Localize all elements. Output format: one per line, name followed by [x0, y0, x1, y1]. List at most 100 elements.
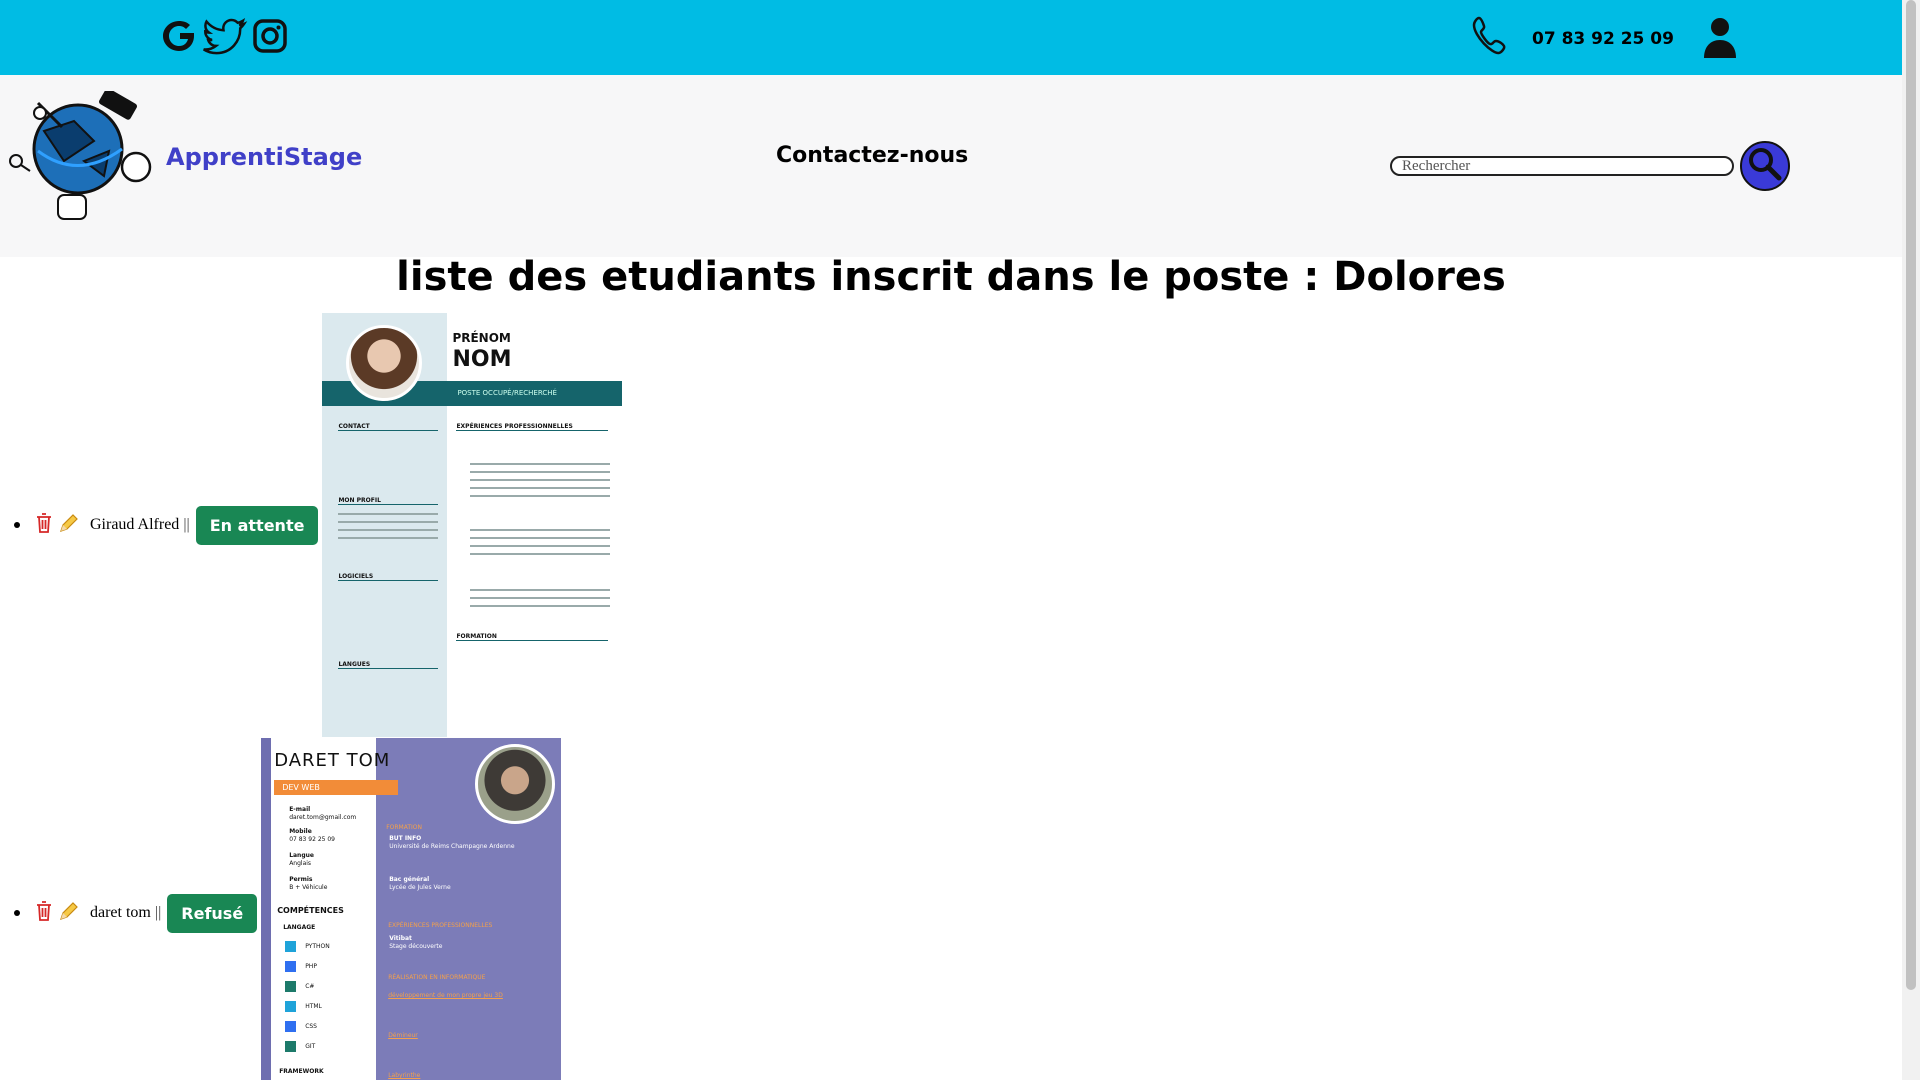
page-scrollbar[interactable] — [1902, 0, 1920, 1080]
cv-section-profile: MON PROFIL — [338, 497, 439, 505]
delete-button[interactable] — [34, 512, 54, 539]
top-bar: 07 83 92 25 09 — [0, 0, 1902, 75]
scrollbar-thumb[interactable] — [1906, 0, 1916, 990]
cv-section-languages: LANGUES — [338, 661, 439, 669]
cv-section-experience: EXPÉRIENCES PROFESSIONNELLES — [456, 423, 609, 431]
cv-lang-label: Langue — [289, 852, 314, 859]
cv-real-3: Labyrinthe — [388, 1072, 421, 1079]
search-input[interactable] — [1390, 156, 1734, 176]
cv-line — [470, 487, 611, 489]
cv-line — [470, 471, 611, 473]
cv-formation-1-detail: Université de Reims Champagne Ardenne — [389, 843, 515, 850]
cv-lang: Anglais — [289, 860, 312, 867]
social-links — [160, 16, 290, 56]
google-icon[interactable] — [160, 16, 200, 56]
skill-square — [285, 941, 297, 952]
cv-exp-1-detail: Stage découverte — [389, 943, 443, 950]
cv-section-formation: FORMATION — [456, 633, 609, 641]
skill-square — [285, 1021, 297, 1032]
skill-square — [285, 981, 297, 992]
phone-icon — [1470, 14, 1512, 63]
cv-line — [470, 605, 611, 607]
cv-line — [338, 529, 439, 531]
cv-formation-1: BUT INFO — [389, 835, 422, 842]
skill-label: GIT — [305, 1043, 316, 1050]
list-item: daret tom || Refusé DARET TOM DEV WEB E-… — [0, 738, 562, 1080]
cv-line — [470, 553, 611, 555]
cv-formation-2-detail: Lycée de Jules Verne — [389, 884, 451, 891]
skill-label: PYTHON — [305, 943, 330, 950]
cv-right-section: RÉALISATION EN INFORMATIQUE — [388, 974, 486, 981]
cv-line — [470, 537, 611, 539]
cv-real-1: développement de mon propre jeu 3D — [388, 992, 503, 999]
trash-icon — [34, 512, 54, 539]
page-title: liste des etudiants inscrit dans le post… — [396, 254, 1506, 300]
delete-button[interactable] — [34, 900, 54, 927]
skill-square — [285, 1001, 297, 1012]
cv-line — [470, 529, 611, 531]
cv-right-section: EXPÉRIENCES PROFESSIONNELLES — [388, 922, 493, 929]
cv-permit-label: Permis — [289, 876, 313, 883]
site-logo[interactable] — [4, 88, 154, 236]
cv-firstname: PRÉNOM — [452, 331, 511, 345]
cv-line — [470, 589, 611, 591]
cv-mobile-label: Mobile — [289, 828, 312, 835]
cv-permit: B + Véhicule — [289, 884, 328, 891]
cv-image[interactable]: PRÉNOM NOM POSTE OCCUPÉ/RECHERCHÉ CONTAC… — [322, 313, 623, 737]
list-bullet — [14, 910, 20, 916]
site-header: ApprentiStage Contactez-nous — [0, 75, 1902, 257]
cv-name: DARET TOM — [274, 750, 391, 771]
cv-lastname: NOM — [452, 347, 512, 372]
edit-button[interactable] — [58, 512, 80, 539]
twitter-icon[interactable] — [202, 16, 248, 56]
instagram-icon[interactable] — [250, 16, 290, 56]
cv-skills-title: COMPÉTENCES — [277, 906, 344, 915]
skill-label: CSS — [305, 1023, 317, 1030]
cv-line — [470, 597, 611, 599]
status-button[interactable]: En attente — [195, 505, 319, 545]
cv-email: daret.tom@gmail.com — [289, 814, 357, 821]
brand-name[interactable]: ApprentiStage — [166, 143, 362, 171]
cv-section-contact: CONTACT — [338, 423, 439, 431]
cv-line — [470, 463, 611, 465]
cv-real-2: Démineur — [388, 1032, 418, 1039]
cv-exp-1: Vitibat — [389, 935, 412, 942]
separator: || — [183, 516, 190, 533]
cv-email-label: E-mail — [289, 806, 311, 813]
nav-contact-link[interactable]: Contactez-nous — [776, 143, 968, 168]
cv-framework-title: FRAMEWORK — [279, 1068, 324, 1075]
list-item: Giraud Alfred || En attente PRÉNOM NOM P… — [0, 313, 623, 737]
cv-position: POSTE OCCUPÉ/RECHERCHÉ — [457, 389, 557, 397]
cv-line — [338, 513, 439, 515]
cv-photo — [346, 325, 423, 401]
phone-contact: 07 83 92 25 09 — [1470, 14, 1674, 63]
cv-lang-title: LANGAGE — [283, 924, 316, 931]
cv-line — [470, 495, 611, 497]
skill-label: C# — [305, 983, 315, 990]
pencil-icon — [58, 512, 80, 539]
cv-tag: DEV WEB — [274, 780, 399, 795]
cv-mobile: 07 83 92 25 09 — [289, 836, 335, 843]
edit-button[interactable] — [58, 900, 80, 927]
cv-photo — [475, 744, 556, 824]
search-icon — [1746, 145, 1784, 188]
cv-line — [470, 479, 611, 481]
cv-line — [470, 545, 611, 547]
status-button[interactable]: Refusé — [167, 893, 258, 933]
cv-formation-2: Bac général — [389, 876, 430, 883]
skill-square — [285, 961, 297, 972]
phone-number: 07 83 92 25 09 — [1532, 28, 1674, 49]
skill-label: HTML — [305, 1003, 322, 1010]
cv-line — [338, 537, 439, 539]
trash-icon — [34, 900, 54, 927]
search-button[interactable] — [1740, 141, 1790, 191]
cv-section-software: LOGICIELS — [338, 573, 439, 581]
cv-right-section: FORMATION — [386, 824, 422, 831]
cv-image[interactable]: DARET TOM DEV WEB E-mail daret.tom@gmail… — [261, 738, 562, 1080]
list-bullet — [14, 522, 20, 528]
student-name: Giraud Alfred — [90, 516, 180, 533]
skill-square — [285, 1041, 297, 1052]
pencil-icon — [58, 900, 80, 927]
separator: || — [154, 904, 162, 921]
user-icon[interactable] — [1700, 16, 1740, 63]
